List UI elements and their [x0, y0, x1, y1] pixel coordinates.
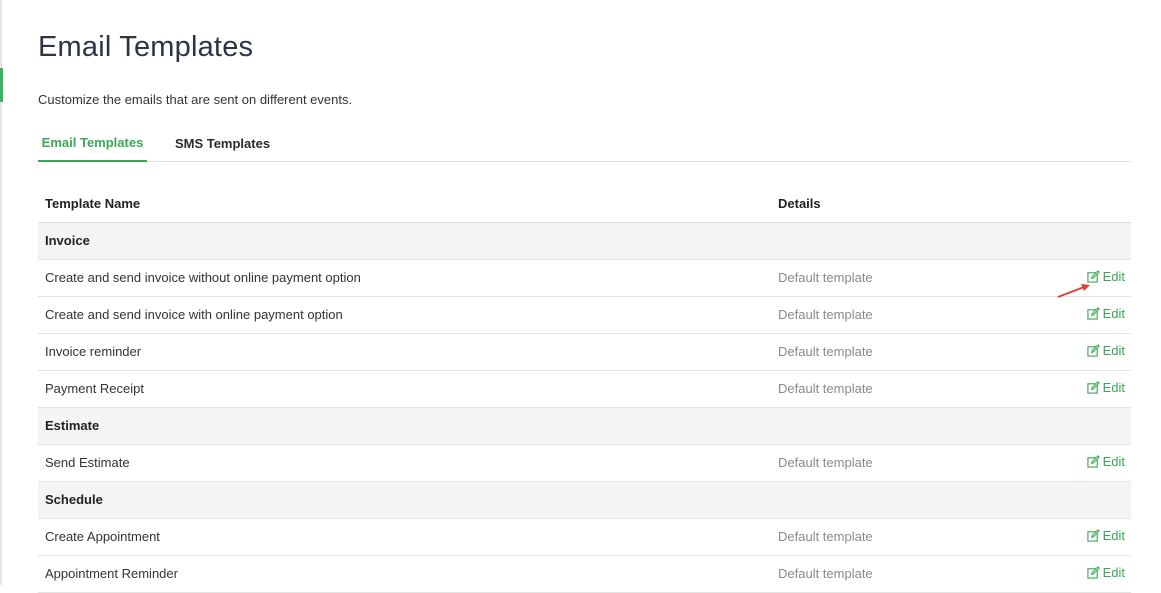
table-row: Payment Receipt Default template Edit: [38, 370, 1131, 408]
templates-table: Template Name Details Invoice Create and…: [38, 185, 1131, 593]
group-row-invoice: Invoice: [38, 222, 1131, 260]
group-row-estimate: Estimate: [38, 407, 1131, 445]
template-name: Create Appointment: [38, 518, 771, 556]
edit-icon: [1086, 455, 1100, 468]
table-row: Create and send invoice with online paym…: [38, 296, 1131, 334]
table-row: Create Appointment Default template Edit: [38, 518, 1131, 556]
active-nav-indicator: [0, 68, 3, 102]
edit-label: Edit: [1102, 343, 1125, 358]
tab-sms-templates[interactable]: SMS Templates: [168, 124, 277, 162]
edit-button[interactable]: Edit: [1086, 528, 1125, 543]
page-title: Email Templates: [38, 31, 254, 63]
edit-button[interactable]: Edit: [1086, 380, 1125, 395]
table-row: Appointment Reminder Default template Ed…: [38, 555, 1131, 593]
group-label: Schedule: [38, 481, 771, 519]
table-header-row: Template Name Details: [38, 185, 1131, 223]
template-details: Default template: [771, 333, 1071, 371]
edit-label: Edit: [1102, 380, 1125, 395]
template-name: Send Estimate: [38, 444, 771, 482]
edit-icon: [1086, 344, 1100, 357]
edit-button[interactable]: Edit: [1086, 454, 1125, 469]
edit-button[interactable]: Edit: [1086, 306, 1125, 321]
edit-icon: [1086, 566, 1100, 579]
header-details: Details: [771, 185, 1071, 223]
table-row: Send Estimate Default template Edit: [38, 444, 1131, 482]
edit-label: Edit: [1102, 454, 1125, 469]
template-name: Payment Receipt: [38, 370, 771, 408]
edit-label: Edit: [1102, 565, 1125, 580]
template-tabs: Email Templates SMS Templates: [38, 124, 1131, 162]
edit-button[interactable]: Edit: [1086, 565, 1125, 580]
header-template-name: Template Name: [38, 185, 771, 223]
table-row: Create and send invoice without online p…: [38, 259, 1131, 297]
page-subtitle: Customize the emails that are sent on di…: [38, 92, 353, 107]
edit-icon: [1086, 529, 1100, 542]
edit-icon: [1086, 270, 1100, 283]
template-name: Appointment Reminder: [38, 555, 771, 593]
table-row: Invoice reminder Default template Edit: [38, 333, 1131, 371]
template-details: Default template: [771, 518, 1071, 556]
edit-label: Edit: [1102, 528, 1125, 543]
edit-label: Edit: [1102, 306, 1125, 321]
header-action: [1071, 185, 1131, 223]
group-label: Estimate: [38, 407, 771, 445]
group-row-schedule: Schedule: [38, 481, 1131, 519]
group-label: Invoice: [38, 222, 771, 260]
template-name: Invoice reminder: [38, 333, 771, 371]
template-name: Create and send invoice without online p…: [38, 259, 771, 297]
annotation-arrow-icon: [1057, 284, 1090, 298]
edit-button[interactable]: Edit: [1086, 343, 1125, 358]
template-details: Default template: [771, 555, 1071, 593]
edit-icon: [1086, 307, 1100, 320]
edit-label: Edit: [1102, 269, 1125, 284]
template-details: Default template: [771, 296, 1071, 334]
template-details: Default template: [771, 259, 1071, 297]
edit-icon: [1086, 381, 1100, 394]
tab-email-templates[interactable]: Email Templates: [38, 124, 147, 162]
template-details: Default template: [771, 444, 1071, 482]
template-details: Default template: [771, 370, 1071, 408]
template-name: Create and send invoice with online paym…: [38, 296, 771, 334]
edit-button[interactable]: Edit: [1086, 269, 1125, 284]
